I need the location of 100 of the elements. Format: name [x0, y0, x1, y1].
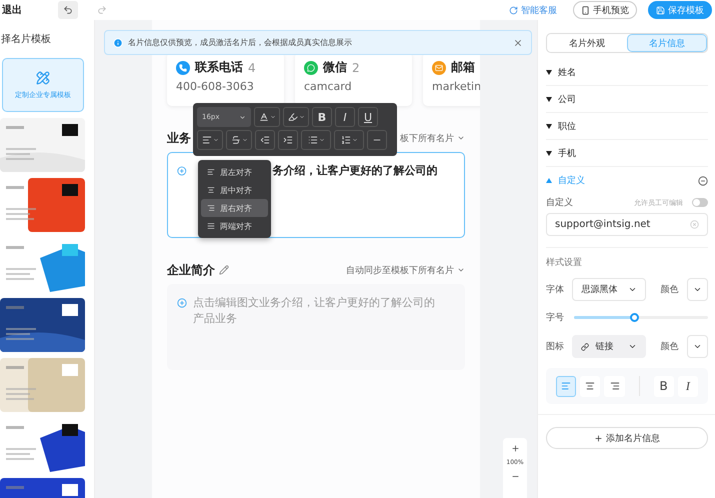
sync-dropdown[interactable]: 板下所有名片 [400, 132, 465, 144]
close-icon[interactable] [513, 38, 523, 48]
field-row[interactable]: 职位 [546, 113, 708, 140]
chevron-down-icon [298, 114, 304, 120]
size-slider[interactable] [574, 316, 708, 319]
phone-icon [176, 60, 190, 74]
align-menu-item[interactable]: 居中对齐 [201, 181, 268, 199]
chevron-down-icon [239, 114, 246, 120]
caret-down-icon [546, 96, 552, 102]
bullet-list-button[interactable] [301, 130, 331, 150]
caret-down-icon [546, 70, 552, 74]
chevron-down-icon [628, 285, 638, 294]
chevron-down-icon [692, 342, 702, 351]
mail-icon [432, 60, 446, 74]
italic-button[interactable]: I [335, 107, 355, 127]
preview-button[interactable]: 手机预览 [573, 1, 637, 19]
edit-toggle[interactable] [692, 198, 708, 207]
contact-count: 2 [352, 60, 360, 74]
sync-dropdown[interactable]: 自动同步至模板下所有名片 [346, 264, 465, 276]
contact-value: camcard [304, 80, 353, 93]
contact-value: marketin [432, 80, 480, 93]
size-label: 字号 [546, 312, 565, 324]
align-menu-item[interactable]: 居右对齐 [201, 199, 268, 217]
chevron-down-icon [457, 266, 465, 274]
align-left-button[interactable] [197, 130, 223, 150]
custom-input[interactable]: support@intsig.net [546, 213, 708, 236]
italic-button[interactable]: I [678, 376, 698, 396]
align-left-icon [561, 381, 572, 391]
chevron-down-icon [242, 137, 248, 143]
icon-label: 图标 [546, 340, 565, 353]
contact-label: 联系电话 [195, 59, 243, 76]
section-title: 企业简介 [167, 262, 215, 278]
chat-bubble-icon [304, 60, 318, 74]
notice-text: 名片信息仅供预览，成员激活名片后，会根据成员真实信息展示 [128, 37, 353, 48]
align-justify-icon [207, 222, 215, 230]
info-icon [113, 38, 123, 48]
align-center-button[interactable] [580, 376, 600, 396]
slider-thumb[interactable] [630, 313, 640, 322]
caret-down-icon [546, 124, 552, 128]
align-right-icon [610, 381, 620, 391]
color-label: 颜色 [660, 284, 680, 296]
color-label: 颜色 [660, 340, 680, 353]
support-link[interactable]: 智能客服 [509, 4, 557, 16]
plus-icon [594, 434, 603, 442]
bold-button[interactable]: B [312, 107, 332, 127]
field-row[interactable]: 姓名 [546, 59, 708, 86]
contact-value: 400-608-3063 [176, 80, 255, 93]
contact-label: 微信 [323, 59, 347, 76]
field-label: 自定义 [546, 196, 574, 209]
editor-text: 务介绍，让客户更好的了解公司的 [272, 163, 439, 179]
field-row[interactable]: 公司 [546, 86, 708, 113]
link-icon [581, 342, 590, 350]
phone-icon [581, 6, 590, 14]
add-info-button[interactable]: 添加名片信息 [546, 427, 708, 449]
contact-label: 邮箱 [451, 59, 475, 76]
chevron-down-icon [692, 285, 702, 294]
font-color-icon [258, 112, 268, 122]
align-right-button[interactable] [604, 376, 625, 396]
numbered-list-button[interactable] [334, 130, 364, 150]
caret-up-icon [546, 178, 552, 183]
undo-icon [63, 5, 73, 15]
font-color-button[interactable] [254, 107, 280, 127]
chevron-down-icon [270, 114, 276, 120]
underline-button[interactable]: U [358, 107, 378, 127]
align-left-icon [202, 135, 212, 145]
strikethrough-button[interactable] [226, 130, 252, 150]
field-row[interactable]: 手机 [546, 140, 708, 167]
indent-button[interactable] [278, 130, 298, 150]
font-label: 字体 [546, 284, 565, 296]
icon-select[interactable]: 链接 [572, 335, 646, 358]
bold-button[interactable]: B [654, 376, 674, 396]
undo-button[interactable] [58, 1, 78, 19]
chevron-down-icon [628, 342, 638, 351]
highlighter-button[interactable] [283, 107, 309, 127]
align-menu-item[interactable]: 居左对齐 [201, 163, 268, 181]
zoom-in-icon[interactable] [510, 444, 520, 453]
pencil-icon[interactable] [219, 265, 229, 275]
add-icon[interactable] [177, 166, 187, 176]
color-select[interactable] [686, 278, 708, 301]
remove-icon[interactable] [698, 176, 708, 186]
align-center-icon [207, 186, 215, 194]
save-icon [656, 6, 665, 14]
align-center-icon [585, 381, 596, 391]
font-select[interactable]: 思源黑体 [572, 278, 646, 301]
add-icon[interactable] [177, 298, 187, 308]
placeholder-text: 点击编辑图文业务介绍，让客户更好的了解公司的产品业务 [193, 295, 435, 327]
color-select[interactable] [686, 335, 708, 358]
contact-count: 4 [248, 60, 256, 74]
section-title: 业务 [167, 130, 191, 146]
exit-button[interactable]: 退出 [2, 3, 52, 17]
align-right-icon [207, 204, 215, 212]
circular-arrow-icon [509, 6, 518, 14]
align-left-icon [207, 168, 215, 176]
align-menu-item[interactable]: 两端对齐 [201, 217, 268, 235]
outdent-button[interactable] [255, 130, 275, 150]
outdent-icon [260, 135, 270, 145]
highlighter-icon [288, 112, 298, 122]
chevron-down-icon [212, 137, 218, 143]
chevron-down-icon [457, 134, 465, 142]
redo-icon [97, 5, 107, 15]
